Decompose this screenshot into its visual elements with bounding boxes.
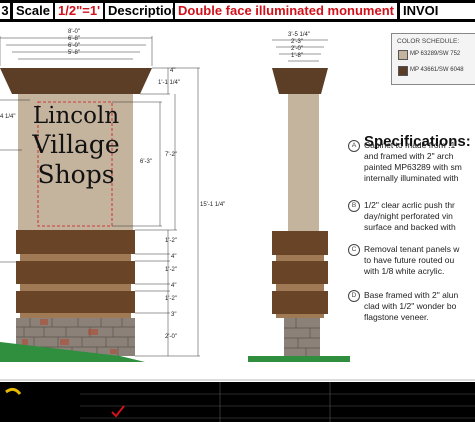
side-dim-width-3: 2'-0" <box>291 46 303 52</box>
spec-a-line-4: internally illuminated with <box>364 173 459 183</box>
spec-letter-a: A <box>348 140 360 152</box>
spec-item-b: B 1/2" clear acrlic push thr day/night p… <box>348 200 475 233</box>
base-gap-1 <box>20 254 131 261</box>
sign-face-text: Lincoln Village Shops <box>32 102 120 190</box>
spec-letter-d: D <box>348 290 360 302</box>
spec-b-line-3: surface and backed with <box>364 222 456 232</box>
title-bar: 3 Scale 1/2"=1' Description Double face … <box>0 0 475 22</box>
dim-overall-width: 8'-0" <box>68 29 80 35</box>
color-schedule: COLOR SCHEDULE: MP 63289/SW 752 MP 43661… <box>391 33 475 85</box>
side-band-2 <box>272 261 328 284</box>
scale-label: Scale <box>13 3 53 19</box>
color-swatch-cabinet <box>398 50 408 60</box>
spec-letter-c: C <box>348 244 360 256</box>
scale-value: 1/2"=1' <box>55 3 103 19</box>
color-label-2: MP 43661/SW 6048 <box>410 67 464 73</box>
side-band-3 <box>272 291 328 314</box>
spec-d-line-2: clad with 1/2" wonder bo <box>364 301 457 311</box>
dim-width-3: 6'-0" <box>68 43 80 49</box>
side-cap <box>272 68 328 94</box>
sign-line-2: Village <box>32 130 120 159</box>
dim-base-band-2: 1'-2" <box>165 267 177 273</box>
dim-base-gap-1: 4" <box>171 254 177 260</box>
dim-base-band-1: 1'-2" <box>165 238 177 244</box>
dim-base-gap-3: 3" <box>171 312 177 318</box>
footer-table-lines <box>80 382 475 422</box>
dim-panel-width: 4 1/4" <box>0 114 16 120</box>
side-band-1 <box>272 231 328 255</box>
dim-width-2: 6'-8" <box>68 36 80 42</box>
footer-bar <box>0 382 475 422</box>
color-schedule-title: COLOR SCHEDULE: <box>397 38 460 45</box>
side-dim-width-1: 3'-5 1/4" <box>288 32 310 38</box>
dim-base-gap-2: 4" <box>171 283 177 289</box>
spec-a-line-3: painted MP63289 with sm <box>364 162 462 172</box>
grass-right <box>248 356 350 362</box>
spec-letter-b: B <box>348 200 360 212</box>
side-dim-width-4: 1'-8" <box>291 53 303 59</box>
description-label: Description <box>105 3 173 19</box>
sign-line-3: Shops <box>37 160 115 189</box>
check-mark-icon <box>111 405 125 418</box>
title-bar-fragment: 3 <box>0 3 10 19</box>
dim-base-band-3: 1'-2" <box>165 296 177 302</box>
spec-d-line-3: flagstone veneer. <box>364 312 429 322</box>
dim-cabinet-height: 7'-2" <box>165 152 177 158</box>
spec-b-line-2: day/night perforated vin <box>364 211 453 221</box>
base-band-2 <box>16 261 135 284</box>
side-cabinet <box>288 94 319 231</box>
base-gap-2 <box>20 284 131 291</box>
footer-graphics <box>5 382 475 422</box>
dim-overall-height: 15'-1 1/4" <box>200 202 226 208</box>
base-band-3 <box>16 291 135 313</box>
spec-a-line-1: Cabinet to made from .1 <box>364 140 456 150</box>
spec-c-line-1: Removal tenant panels w <box>364 244 460 254</box>
spec-item-a: A Cabinet to made from .1 and framed wit… <box>348 140 475 184</box>
side-gap-2 <box>276 284 324 291</box>
base-band-1 <box>16 230 135 254</box>
side-stone-base <box>284 318 320 356</box>
description-value: Double face illuminated monument <box>175 3 397 19</box>
color-swatch-cap <box>398 66 408 76</box>
spec-b-line-1: 1/2" clear acrlic push thr <box>364 200 455 210</box>
side-gap-1 <box>276 255 324 261</box>
dim-width-4: 5'-8" <box>68 50 80 56</box>
spec-c-line-2: to have future routed ou <box>364 255 455 265</box>
spec-c-line-3: with 1/8 white acrylic. <box>364 266 445 276</box>
dim-stone-height: 2'-0" <box>165 334 177 340</box>
spec-item-c: C Removal tenant panels w to have future… <box>348 244 475 277</box>
base-gap-3 <box>20 313 131 318</box>
sign-line-1: Lincoln <box>32 103 120 129</box>
spec-d-line-1: Base framed with 2" alun <box>364 290 459 300</box>
spec-item-d: D Base framed with 2" alun clad with 1/2… <box>348 290 475 323</box>
side-dim-width-2: 2'-3" <box>291 39 303 45</box>
color-label-1: MP 63289/SW 752 <box>410 51 461 57</box>
side-gap-3 <box>276 314 324 318</box>
dim-cap-top: 4" <box>170 68 176 74</box>
dim-cap-height: 1'-1 1/4" <box>158 80 180 86</box>
front-cap <box>0 68 152 94</box>
logo-swoosh <box>5 387 22 395</box>
invoice-label: INVOI <box>400 3 475 19</box>
dim-panel-height: 6'-3" <box>140 159 152 165</box>
spec-a-line-2: and framed with 2" arch <box>364 151 454 161</box>
